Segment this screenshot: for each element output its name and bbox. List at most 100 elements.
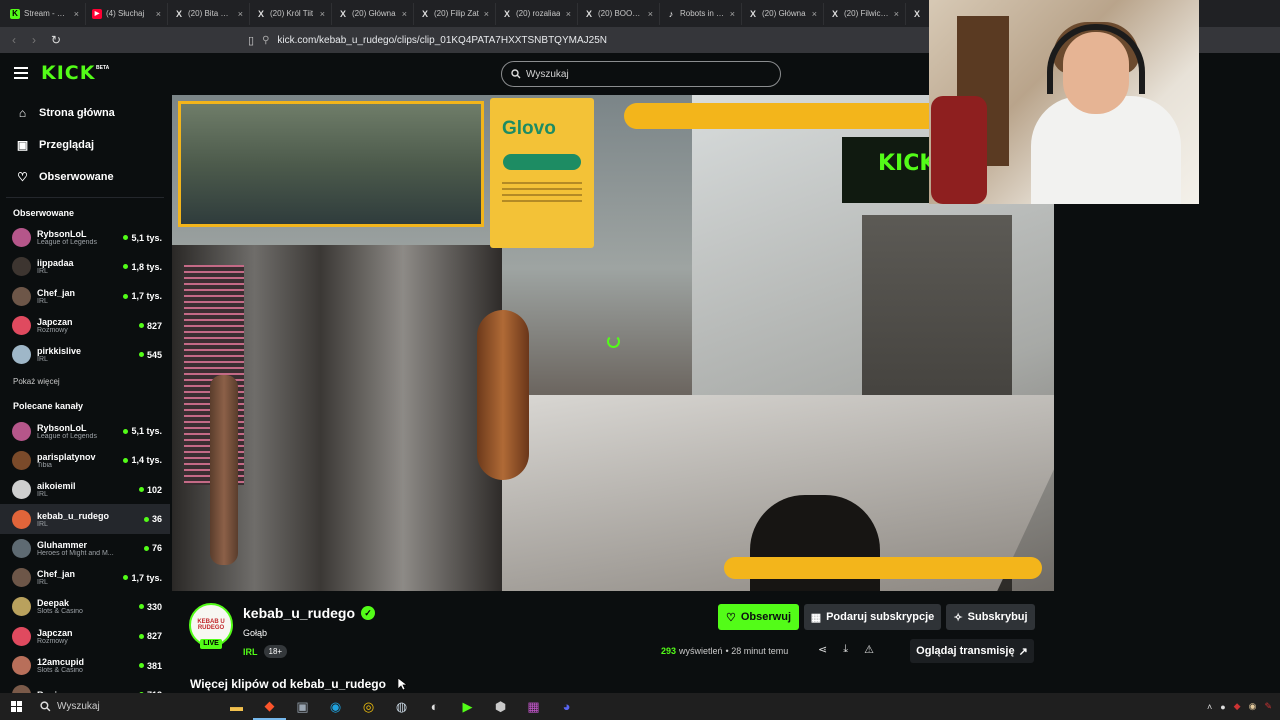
sidebar-channel[interactable]: Chef_jan IRL 1,7 tys. (0, 563, 170, 592)
channel-info: RybsonLoL League of Legends (37, 229, 123, 246)
show-more-link[interactable]: Pokaż więcej (0, 373, 170, 391)
sidebar-channel[interactable]: RybsonLoL League of Legends 5,1 tys. (0, 223, 170, 252)
sidebar-channel[interactable]: parisplatynov Tibia 1,4 tys. (0, 446, 170, 475)
sidebar-channel[interactable]: iippadaa IRL 1,8 tys. (0, 252, 170, 281)
browser-tab[interactable]: ▶ (4) Słuchaj × (86, 2, 168, 25)
sidebar-channel[interactable]: RybsonLoL League of Legends 5,1 tys. (0, 416, 170, 445)
browser-tab[interactable]: X (20) rozaliaa × (496, 2, 578, 25)
site-info-icon[interactable]: ⚲ (262, 35, 269, 46)
sidebar-channel[interactable]: aikoiemil IRL 102 (0, 475, 170, 504)
back-icon[interactable]: ‹ (4, 33, 24, 47)
taskbar-search[interactable]: Wyszukaj (32, 693, 220, 720)
browse-icon: ▣ (16, 138, 29, 152)
x-icon: X (831, 8, 838, 19)
chevron-up-icon[interactable]: ˄ (1207, 702, 1212, 712)
search-icon (40, 701, 51, 712)
browser-tab[interactable]: X (20) BOOP.P × (578, 2, 660, 25)
tray-app-icon[interactable]: ◆ (1234, 701, 1241, 712)
follow-button[interactable]: ♡ Obserwuj (718, 604, 799, 630)
close-icon[interactable]: × (402, 9, 407, 19)
kick-logo[interactable]: KICK (41, 62, 95, 84)
sidebar-channel[interactable]: Chef_jan IRL 1,7 tys. (0, 282, 170, 311)
bookmark-icon[interactable]: ▯ (248, 34, 254, 47)
close-icon[interactable]: × (894, 9, 899, 19)
edge-icon[interactable]: ◉ (319, 693, 352, 720)
viewer-count: 36 (143, 514, 162, 524)
sidebar-channel[interactable]: Japczan Rozmowy 827 (0, 311, 170, 340)
browser-tab[interactable]: X (20) Król Tiit × (250, 2, 332, 25)
gift-subs-button[interactable]: ▦ Podaruj subskrypcje (804, 604, 941, 630)
channel-category: Rozmowy (37, 327, 68, 335)
channel-name: RybsonLoL (37, 422, 87, 433)
avatar (12, 228, 31, 248)
browser-tab[interactable]: ♪ Robots in Po × (660, 2, 742, 25)
file-explorer-icon[interactable]: ▬ (220, 693, 253, 720)
browser-tab[interactable]: X (20) Główna × (742, 2, 824, 25)
kick-app-icon[interactable]: ▶ (451, 693, 484, 720)
report-icon[interactable]: ⚠ (864, 643, 874, 656)
sidebar-channel[interactable]: Japczan Rozmowy 827 (0, 622, 170, 651)
nav-item[interactable]: ♡ Obserwowane (0, 161, 170, 193)
download-icon[interactable]: ⤓ (843, 643, 848, 656)
sidebar-channel[interactable]: pirkkislive IRL 545 (0, 340, 170, 369)
search-input[interactable]: Wyszukaj (501, 61, 781, 87)
start-button[interactable] (0, 693, 32, 720)
close-icon[interactable]: × (730, 9, 735, 19)
viewer-count-text: 381 (146, 660, 162, 671)
obs-icon[interactable]: ◐ (418, 693, 451, 720)
close-icon[interactable]: × (566, 9, 571, 19)
chrome-icon[interactable]: ◎ (352, 693, 385, 720)
sidebar-channel[interactable]: Gluhammer Heroes of Might and M... 76 (0, 534, 170, 563)
close-icon[interactable]: × (812, 9, 817, 19)
live-dot-icon (138, 323, 144, 329)
app2-icon[interactable]: ⬢ (484, 693, 517, 720)
browser-tab[interactable]: X (20) Główna × (332, 2, 414, 25)
close-icon[interactable]: × (648, 9, 653, 19)
gift-label: Podaruj subskrypcje (826, 611, 935, 623)
watch-stream-button[interactable]: Oglądaj transmisję ↗ (910, 639, 1034, 663)
close-icon[interactable]: × (484, 9, 489, 19)
close-icon[interactable]: × (238, 9, 243, 19)
app3-icon[interactable]: ▦ (517, 693, 550, 720)
menu-icon[interactable] (14, 67, 28, 79)
sidebar-channel[interactable]: kebab_u_rudego IRL 36 (0, 504, 170, 534)
close-icon[interactable]: × (156, 9, 161, 19)
sidebar-channel[interactable]: 12amcupid Slots & Casino 381 (0, 651, 170, 680)
sidebar-channel[interactable]: Runio713 (0, 680, 170, 693)
nav-item[interactable]: ▣ Przeglądaj (0, 129, 170, 161)
nav-item[interactable]: ⌂ Strona główna (0, 97, 170, 129)
video-game-overlay (178, 101, 484, 227)
viewer-count: 1,7 tys. (123, 291, 162, 301)
taskbar-apps: ▬ ◆ ▣ ◉ ◎ ◍ ◐ ▶ ⬢ ▦ ◕ (220, 693, 583, 720)
browser-tab[interactable]: X (20) Bita Śmie × (168, 2, 250, 25)
browser-tab[interactable]: X (20) Filip Zat × (414, 2, 496, 25)
share-icon[interactable]: ⋖ (818, 643, 827, 656)
reload-icon[interactable]: ↻ (46, 33, 66, 47)
video-player[interactable]: Glovo KICK (172, 95, 1054, 591)
close-icon[interactable]: × (320, 9, 325, 19)
subscribe-button[interactable]: ✧ Subskrybuj (946, 604, 1035, 630)
forward-icon[interactable]: › (24, 33, 44, 47)
steam-icon[interactable]: ◍ (385, 693, 418, 720)
tray-extra-icon[interactable]: ✎ (1264, 701, 1272, 712)
channel-name: Chef_jan (37, 287, 76, 298)
url-text[interactable]: kick.com/kebab_u_rudego/clips/clip_01KQ4… (277, 35, 607, 46)
category-link[interactable]: IRL (243, 647, 258, 657)
address-bar[interactable]: ▯ ⚲ kick.com/kebab_u_rudego/clips/clip_0… (248, 31, 938, 49)
channel-name[interactable]: kebab_u_rudego (243, 605, 355, 621)
more-clips-heading: Więcej klipów od kebab_u_rudego (190, 677, 386, 691)
browser-tab[interactable]: X (20) Filwicz w × (824, 2, 906, 25)
nav-item-label: Obserwowane (39, 171, 114, 183)
close-icon[interactable]: × (74, 9, 79, 19)
microphone-icon[interactable]: ● (1220, 702, 1225, 712)
browser-tab[interactable]: K Stream - Kick × (4, 2, 86, 25)
channel-name: Japczan (37, 317, 73, 328)
channel-category: Slots & Casino (37, 667, 83, 674)
brave-icon[interactable]: ◆ (253, 693, 286, 720)
discord-icon[interactable]: ◕ (550, 693, 583, 720)
sidebar-channel[interactable]: Deepak Slots & Casino 330 (0, 592, 170, 621)
viewer-count-text: 1,8 tys. (131, 261, 162, 272)
live-dot-icon (138, 663, 144, 668)
tray-cat-icon[interactable]: ◉ (1249, 701, 1257, 712)
app-icon[interactable]: ▣ (286, 693, 319, 720)
